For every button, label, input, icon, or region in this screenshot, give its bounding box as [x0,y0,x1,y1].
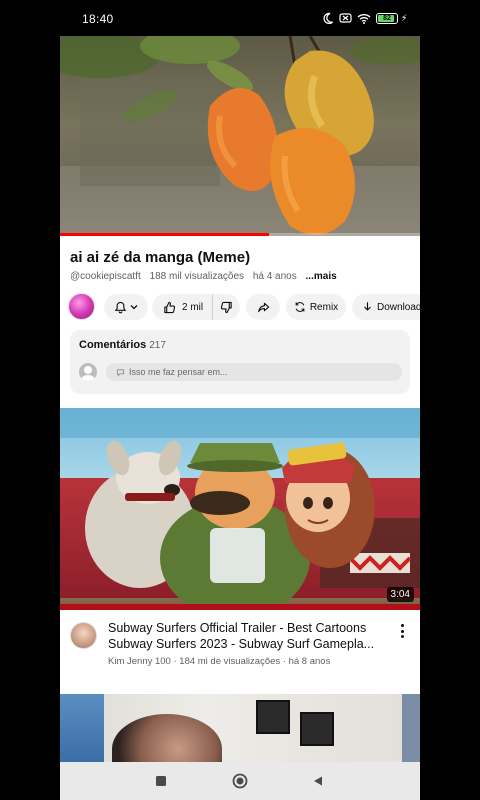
status-time: 18:40 [82,12,114,26]
recommended-video-meta: Kim Jenny 100 · 184 mi de visualizações … [108,656,331,667]
download-button[interactable]: Download [352,294,420,320]
recommended-title-line2: Subway Surfers 2023 - Subway Surf Gamepl… [108,637,375,651]
moon-icon [323,12,334,24]
recommended-channel-avatar[interactable] [70,622,97,649]
subscription-bell-button[interactable] [104,294,148,320]
download-label: Download [377,301,420,313]
share-button[interactable] [246,294,280,320]
comment-bubble-icon [116,368,125,376]
back-triangle-icon [314,776,322,786]
share-icon [257,302,269,312]
recents-button[interactable] [152,772,170,790]
recommended-video-info[interactable]: Subway Surfers Official Trailer - Best C… [60,610,420,694]
video-meta: @cookiepiscatft 188 mil visualizações há… [70,271,337,282]
thumbs-up-icon [164,301,176,313]
download-icon [364,302,371,311]
back-button[interactable] [309,772,327,790]
silent-icon [339,13,352,23]
dislike-button[interactable] [213,294,240,320]
recommended-video-title[interactable]: Subway Surfers Official Trailer - Best C… [108,620,393,652]
like-button[interactable]: 2 mil [152,294,213,320]
youtube-app: ai ai zé da manga (Meme) @cookiepiscatft… [60,36,420,762]
channel-avatar[interactable] [68,293,95,320]
comments-header: Comentários 217 [79,339,166,351]
video-duration: 3:04 [386,587,414,602]
user-avatar-icon [79,363,97,381]
thumbs-down-icon [220,301,232,313]
status-bar: 18:40 82 ⚡︎ [0,0,480,36]
comment-placeholder: Isso me faz pensar em... [129,367,228,377]
remix-label: Remix [309,301,339,313]
video-title[interactable]: ai ai zé da manga (Meme) [70,249,250,266]
mango-scene [60,36,420,236]
thumbnail-right-strip [402,694,420,762]
picture-frame [300,712,334,746]
more-link[interactable]: ...mais [306,271,337,282]
bell-icon [114,301,126,313]
status-icons: 82 ⚡︎ [322,10,407,26]
battery-icon: 82 [376,12,398,24]
picture-frame [256,700,290,734]
chevron-down-icon [130,305,137,310]
comments-title: Comentários [79,339,147,351]
view-count: 188 mil visualizações [149,271,245,282]
home-circle-icon [232,773,248,789]
battery-level: 82 [383,14,391,22]
video-info-sheet: ai ai zé da manga (Meme) @cookiepiscatft… [60,236,420,406]
like-dislike-group: 2 mil [152,294,240,320]
home-button[interactable] [231,772,249,790]
thumbnail-left-strip [60,694,104,762]
recommended-title-line1: Subway Surfers Official Trailer - Best C… [108,621,367,635]
recommended-video-thumbnail[interactable]: 3:04 [60,408,420,610]
comments-panel[interactable]: Comentários 217 Isso me faz pensar em... [70,330,410,394]
comment-input[interactable]: Isso me faz pensar em... [106,363,402,381]
upload-age: há 4 anos [252,271,297,282]
charging-icon: ⚡︎ [401,12,408,23]
comments-count: 217 [149,340,166,351]
video-player[interactable] [60,36,420,236]
remix-button[interactable]: Remix [286,294,346,320]
more-options-icon[interactable] [396,622,408,640]
action-bar: 2 mil Remix Download [60,292,420,322]
remix-icon [295,302,305,312]
channel-handle[interactable]: @cookiepiscatft [70,271,141,282]
square-icon [156,776,166,786]
wifi-icon [357,13,371,24]
phone-screen: 18:40 82 ⚡︎ ai ai zé da manga (Meme) @co… [0,0,480,800]
next-video-thumbnail[interactable] [60,694,420,762]
system-navigation-bar [60,762,420,800]
like-count: 2 mil [182,301,204,313]
subway-surfers-scene [60,408,420,610]
